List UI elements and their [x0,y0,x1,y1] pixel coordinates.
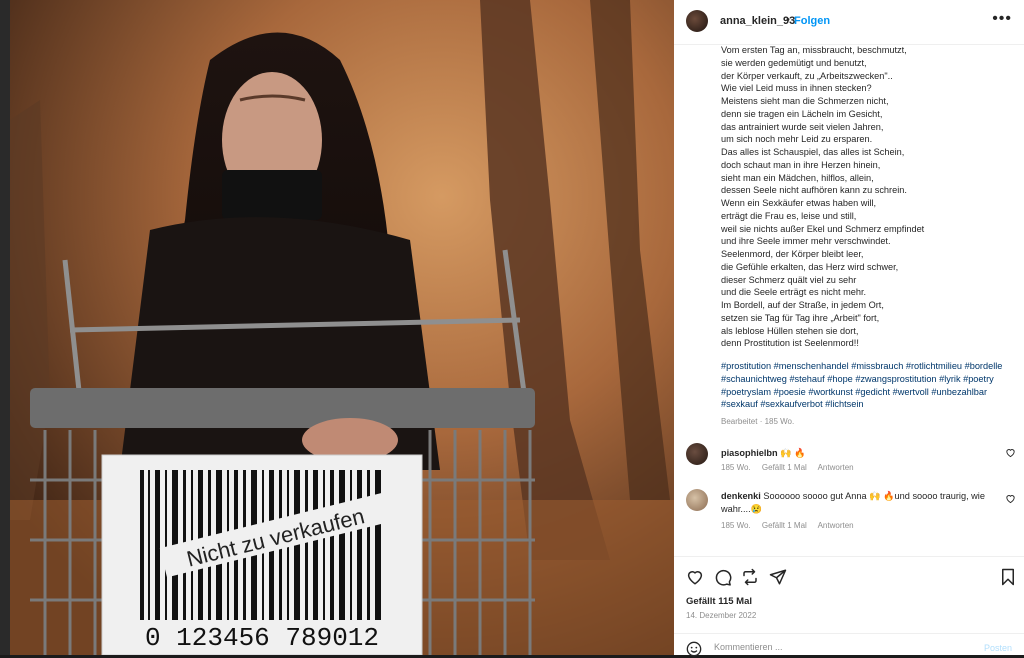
comment-body: Soooooo soooo gut Anna 🙌 🔥und soooo trau… [721,491,985,514]
more-icon[interactable]: ••• [992,10,1012,28]
comment-meta: 185 Wo. Gefällt 1 Mal Antworten [721,521,863,530]
comment-username[interactable]: denkenki [721,491,761,501]
comment-username[interactable]: piasophielbn [721,448,778,458]
save-icon[interactable] [999,568,1017,586]
post-actions: Gefällt 115 Mal 14. Dezember 2022 Posten [674,556,1024,658]
comment-text: piasophielbn 🙌 🔥 [721,447,991,460]
comment-avatar[interactable] [686,443,708,465]
comment-bar: Posten [674,633,1024,658]
window-edge [0,0,10,655]
comment-likes[interactable]: Gefällt 1 Mal [762,521,807,530]
comment-avatar[interactable] [686,489,708,511]
post-caption: Vom ersten Tag an, missbraucht, beschmut… [721,45,925,349]
comment-likes[interactable]: Gefällt 1 Mal [762,463,807,472]
heart-icon[interactable] [1005,447,1016,458]
barcode-number: 0 123456 789012 [145,623,379,653]
edited-label: Bearbeitet · 185 Wo. [721,417,795,426]
repost-icon[interactable] [741,568,759,586]
comment-text: denkenki Soooooo soooo gut Anna 🙌 🔥und s… [721,490,991,515]
heart-icon[interactable] [1005,493,1016,504]
comment-icon[interactable] [714,568,732,586]
post-sidebar: anna_klein_93 • Folgen ••• Vom ersten Ta… [674,0,1024,658]
comment-meta: 185 Wo. Gefällt 1 Mal Antworten [721,463,863,472]
comment-input[interactable] [714,642,944,652]
comment-age[interactable]: 185 Wo. [721,521,751,530]
post-username[interactable]: anna_klein_93 [720,15,795,27]
post-date[interactable]: 14. Dezember 2022 [686,611,756,620]
comment-body: 🙌 🔥 [777,448,806,458]
like-count[interactable]: Gefällt 115 Mal [686,596,752,607]
like-icon[interactable] [686,568,704,586]
follow-button[interactable]: Folgen [794,15,830,27]
reply-button[interactable]: Antworten [818,521,854,530]
share-icon[interactable] [769,568,787,586]
post-header: anna_klein_93 • Folgen ••• [674,0,1024,45]
post-image[interactable]: Nicht zu verkaufen 0 123456 789012 [10,0,674,655]
reply-button[interactable]: Antworten [818,463,854,472]
post-hashtags[interactable]: #prostitution #menschenhandel #missbrauc… [721,360,1016,411]
separator-dot: • [786,14,790,26]
user-avatar[interactable] [686,10,708,32]
comment-age[interactable]: 185 Wo. [721,463,751,472]
post-comment-button[interactable]: Posten [984,643,1012,653]
post-photo-illustration: Nicht zu verkaufen 0 123456 789012 [10,0,674,655]
